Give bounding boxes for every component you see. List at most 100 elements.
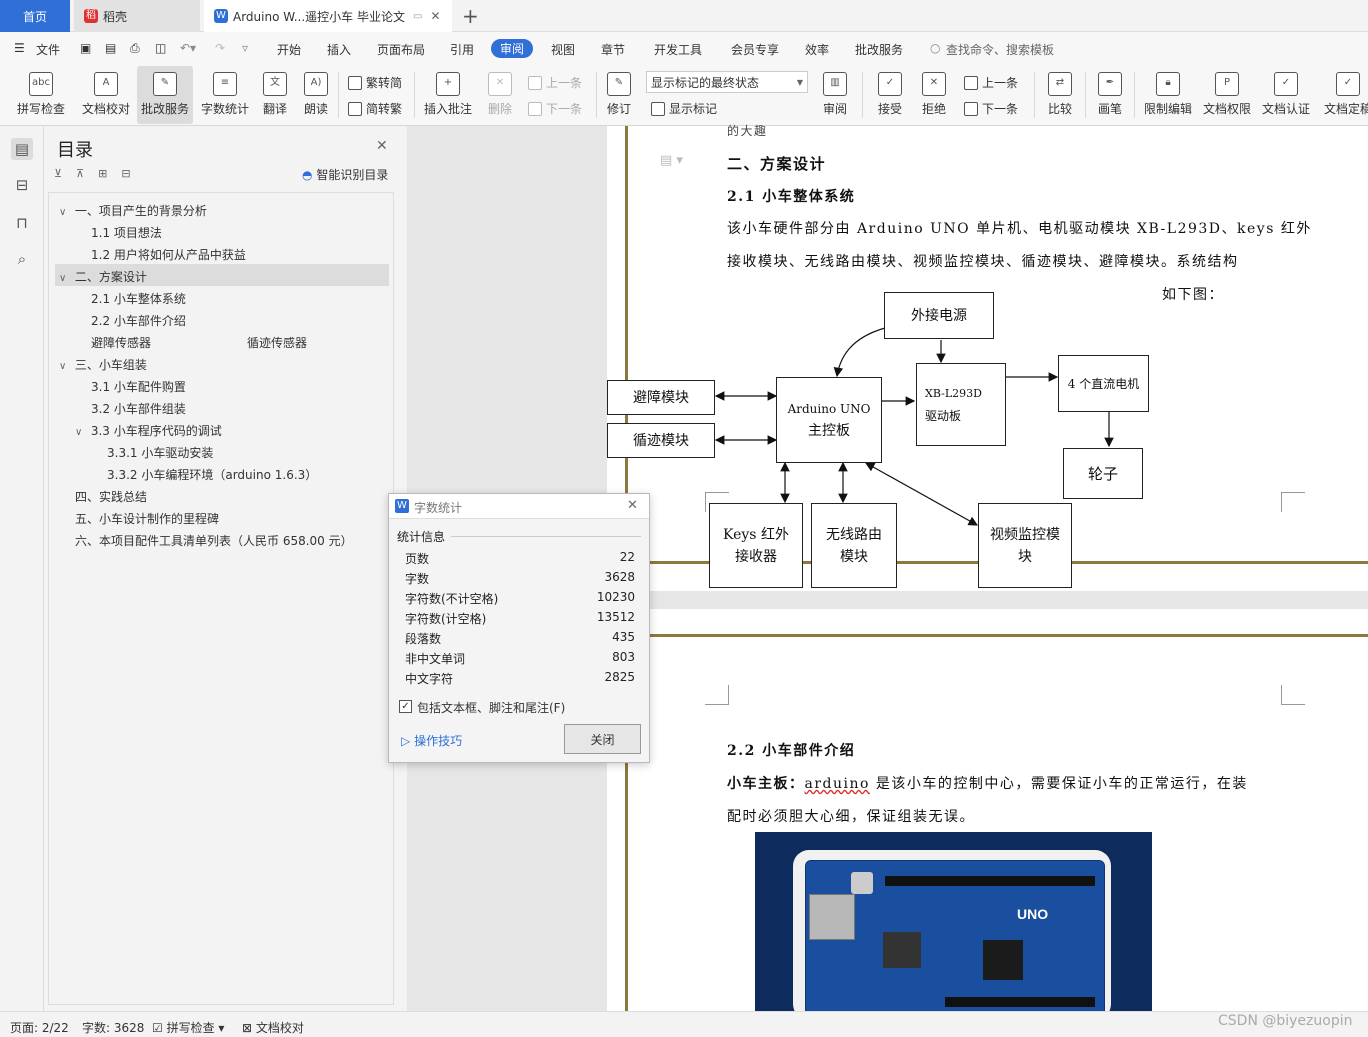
diagram-box-wifi: 无线路由 模块 (811, 503, 897, 588)
translate-button[interactable]: 文翻译 (255, 66, 295, 124)
new-tab-icon[interactable]: + (462, 4, 479, 28)
export-pdf-icon[interactable]: ▤ (105, 41, 116, 55)
menu-view[interactable]: 视图 (551, 41, 575, 58)
toc-item[interactable]: 1.1 项目想法 (91, 224, 162, 241)
stat-label: 字符数(计空格) (405, 612, 487, 626)
toc-item[interactable]: ∨ 3.3 小车程序代码的调试 (75, 422, 222, 439)
menu-member[interactable]: 会员专享 (731, 41, 779, 58)
menu-devtools[interactable]: 开发工具 (654, 41, 702, 58)
paragraph-menu-icon[interactable]: ▤ ▾ (660, 153, 683, 168)
word-count-indicator[interactable]: 字数: 3628 (82, 1019, 144, 1036)
bookmark-icon[interactable]: ⊓ (11, 212, 33, 234)
pin-icon[interactable]: ▭ (413, 11, 422, 22)
toc-item[interactable]: 避障传感器 (91, 334, 151, 351)
stat-row: 页数 22 (405, 550, 635, 570)
find-icon[interactable]: ⌕ (11, 248, 33, 270)
toc-item[interactable]: 2.1 小车整体系统 (91, 290, 186, 307)
restrict-edit-button[interactable]: 🔒︎ 限制编辑 (1140, 66, 1196, 124)
delete-comment-label: 删除 (487, 102, 512, 116)
chevron-down-icon: ∨ (75, 427, 83, 438)
trad-to-simp-button[interactable]: 繁转简 (348, 74, 402, 91)
toc-expand-controls[interactable]: ⊻⊼⊞⊟ (54, 167, 145, 180)
menu-start[interactable]: 开始 (277, 41, 301, 58)
menu-efficiency[interactable]: 效率 (805, 41, 829, 58)
toc-item[interactable]: ∨ 三、小车组装 (59, 356, 147, 373)
menu-file[interactable]: 文件 (36, 41, 60, 58)
check-icon: ☑ (152, 1021, 163, 1035)
markup-state-select[interactable]: 显示标记的最终状态 ▼ (646, 71, 808, 93)
menu-layout[interactable]: 页面布局 (377, 41, 425, 58)
stat-label: 字符数(不计空格) (405, 592, 499, 606)
pin-header (945, 997, 1095, 1007)
toc-item[interactable]: 3.1 小车配件购置 (91, 378, 186, 395)
insert-comment-button[interactable]: + 插入批注 (422, 66, 474, 124)
tips-link[interactable]: ▷ 操作技巧 (401, 732, 462, 749)
toc-icon[interactable]: ▤ (11, 138, 33, 160)
command-search[interactable]: 查找命令、搜索模板 (946, 41, 1054, 58)
menu-chapter[interactable]: 章节 (601, 41, 625, 58)
status-spell-check[interactable]: ☑ 拼写检查 ▾ (152, 1019, 224, 1036)
toc-item[interactable]: 六、本项目配件工具清单列表（人民币 658.00 元） (75, 532, 353, 549)
read-aloud-button[interactable]: A) 朗读 (299, 66, 333, 124)
toc-item[interactable]: 2.2 小车部件介绍 (91, 312, 186, 329)
menu-correct-service[interactable]: 批改服务 (855, 41, 903, 58)
word-count-button[interactable]: ≡ 字数统计 (197, 66, 253, 124)
toc-item[interactable]: 3.3.2 小车编程环境（arduino 1.6.3） (107, 466, 317, 483)
close-icon[interactable]: ✕ (376, 138, 388, 154)
close-button[interactable]: 关闭 (564, 724, 641, 754)
undo-icon[interactable]: ↶▾ (180, 41, 196, 55)
toc-item[interactable]: 五、小车设计制作的里程碑 (75, 510, 219, 527)
redo-icon[interactable]: ↷ (215, 41, 225, 55)
doc-cert-button[interactable]: ✓ 文档认证 (1258, 66, 1314, 124)
prev-comment-button[interactable]: 上一条 (528, 74, 582, 91)
spell-check-button[interactable]: abc 拼写检查 (10, 66, 72, 124)
separator (414, 72, 415, 118)
tab-home[interactable]: 首页 (0, 0, 70, 32)
compare-button[interactable]: ⇄ 比较 (1040, 66, 1080, 124)
next-comment-button[interactable]: 下一条 (528, 100, 582, 117)
close-tab-icon[interactable]: ✕ (430, 9, 440, 23)
toc-item[interactable]: ∨ 一、项目产生的背景分析 (59, 202, 207, 219)
toc-item[interactable]: 3.2 小车部件组装 (91, 400, 186, 417)
correct-service-label: 批改服务 (140, 102, 189, 116)
print-preview-icon[interactable]: ◫ (155, 41, 166, 55)
pen-icon: ✒ (1098, 72, 1122, 96)
doc-check-button[interactable]: A 文档校对 (78, 66, 134, 124)
page-indicator[interactable]: 页面: 2/22 (10, 1019, 69, 1036)
correct-service-button[interactable]: ✎ 批改服务 (137, 66, 193, 124)
review-pane-button[interactable]: ▥ 审阅 (815, 66, 855, 124)
accept-button[interactable]: ✓ 接受 (870, 66, 910, 124)
smart-toc-button[interactable]: ◓ 智能识别目录 (302, 166, 388, 183)
next-change-button[interactable]: 下一条 (964, 100, 1018, 117)
save-icon[interactable]: ▣ (80, 41, 91, 55)
delete-comment-button[interactable]: ✕ 删除 (480, 66, 520, 124)
show-markup-button[interactable]: 显示标记 (651, 100, 717, 117)
doc-permission-button[interactable]: P 文档权限 (1199, 66, 1255, 124)
doc-final-button[interactable]: ✓ 文档定稿 (1320, 66, 1368, 124)
tab-document[interactable]: W Arduino W...遥控小车 毕业论文 ▭ ✕ (204, 0, 452, 32)
tab-daoke[interactable]: 稻稻壳 (74, 0, 200, 32)
customize-icon[interactable]: ▿ (242, 41, 248, 55)
toc-item[interactable]: 循迹传感器 (247, 334, 307, 351)
prev-change-button[interactable]: 上一条 (964, 74, 1018, 91)
toc-item[interactable]: 3.3.1 小车驱动安装 (107, 444, 213, 461)
diagram-box-avoid: 避障模块 (607, 380, 715, 415)
reject-button[interactable]: ✕ 拒绝 (914, 66, 954, 124)
menu-review[interactable]: 审阅 (491, 39, 534, 58)
include-textbox-checkbox[interactable]: ✓ (399, 700, 412, 713)
close-icon[interactable]: ✕ (627, 498, 638, 513)
dialog-titlebar[interactable]: W 字数统计 ✕ (389, 494, 649, 519)
menu-reference[interactable]: 引用 (450, 41, 474, 58)
status-doc-check[interactable]: ⊠ 文档校对 (242, 1019, 304, 1036)
toc-item-selected[interactable]: ∨ 二、方案设计 (59, 268, 147, 285)
spell-error-text[interactable]: arduino (805, 776, 870, 792)
toc-item[interactable]: 四、实践总结 (75, 488, 147, 505)
pen-button[interactable]: ✒ 画笔 (1092, 66, 1128, 124)
print-icon[interactable]: ⎙ (130, 41, 140, 56)
revise-button[interactable]: ✎ 修订 (600, 66, 638, 124)
chapter-nav-icon[interactable]: ⊟ (11, 174, 33, 196)
simp-to-trad-button[interactable]: 简转繁 (348, 100, 402, 117)
hamburger-icon[interactable]: ☰ (14, 41, 25, 55)
toc-item[interactable]: 1.2 用户将如何从产品中获益 (91, 246, 246, 263)
menu-insert[interactable]: 插入 (327, 41, 351, 58)
